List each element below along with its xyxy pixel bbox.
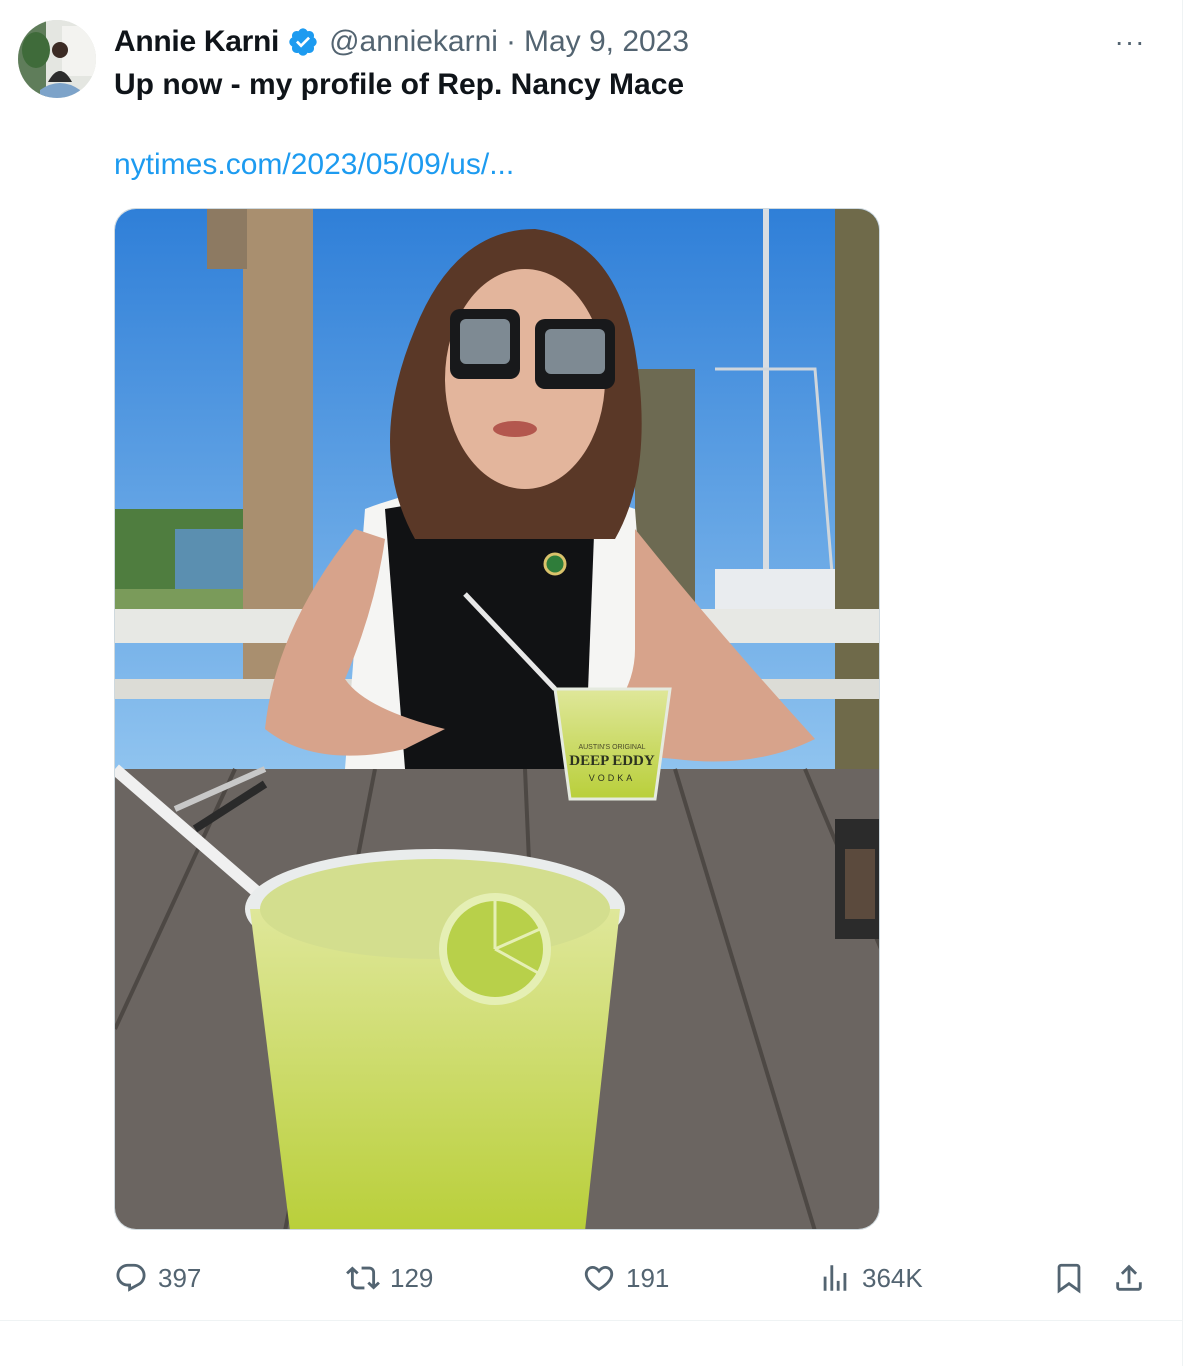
author-name[interactable]: Annie Karni — [114, 25, 279, 59]
cup-text-brand: DEEP EDDY — [569, 753, 655, 769]
cup-text-top: AUSTIN'S ORIGINAL — [578, 744, 645, 751]
tweet-text: Up now - my profile of Rep. Nancy Mace — [114, 68, 685, 101]
cup-text-sub: VODKA — [589, 773, 636, 783]
bookmark-icon — [1052, 1261, 1086, 1295]
reply-count: 397 — [158, 1262, 202, 1293]
tweet-photo[interactable]: AUSTIN'S ORIGINAL DEEP EDDY VODKA — [114, 208, 880, 1230]
column-divider — [1182, 0, 1183, 1366]
views-button[interactable]: 364K — [818, 1256, 923, 1300]
views-icon — [818, 1261, 852, 1295]
share-icon — [1112, 1261, 1146, 1295]
reply-button[interactable]: 397 — [114, 1256, 201, 1300]
like-icon — [582, 1261, 616, 1295]
like-button[interactable]: 191 — [582, 1256, 669, 1300]
reply-icon — [114, 1261, 148, 1295]
retweet-count: 129 — [390, 1262, 434, 1293]
tweet-divider — [0, 1320, 1182, 1321]
retweet-icon — [346, 1261, 380, 1295]
avatar[interactable] — [18, 20, 96, 98]
tweet-header: Annie Karni @anniekarni · May 9, 2023 — [114, 22, 689, 62]
like-count: 191 — [626, 1262, 670, 1293]
tweet-date[interactable]: May 9, 2023 — [524, 25, 689, 59]
verified-badge-icon — [287, 26, 319, 58]
header-separator: · — [505, 25, 516, 58]
retweet-button[interactable]: 129 — [346, 1256, 433, 1300]
bookmark-button[interactable] — [1052, 1256, 1086, 1300]
tweet-actions: 397 129 191 364K — [0, 1256, 1182, 1300]
more-icon[interactable]: ··· — [1110, 22, 1150, 62]
article-link[interactable]: nytimes.com/2023/05/09/us/... — [114, 146, 514, 184]
views-count: 364K — [862, 1262, 923, 1293]
author-handle[interactable]: @anniekarni — [329, 25, 498, 59]
avatar-image — [18, 20, 96, 98]
share-button[interactable] — [1112, 1256, 1146, 1300]
